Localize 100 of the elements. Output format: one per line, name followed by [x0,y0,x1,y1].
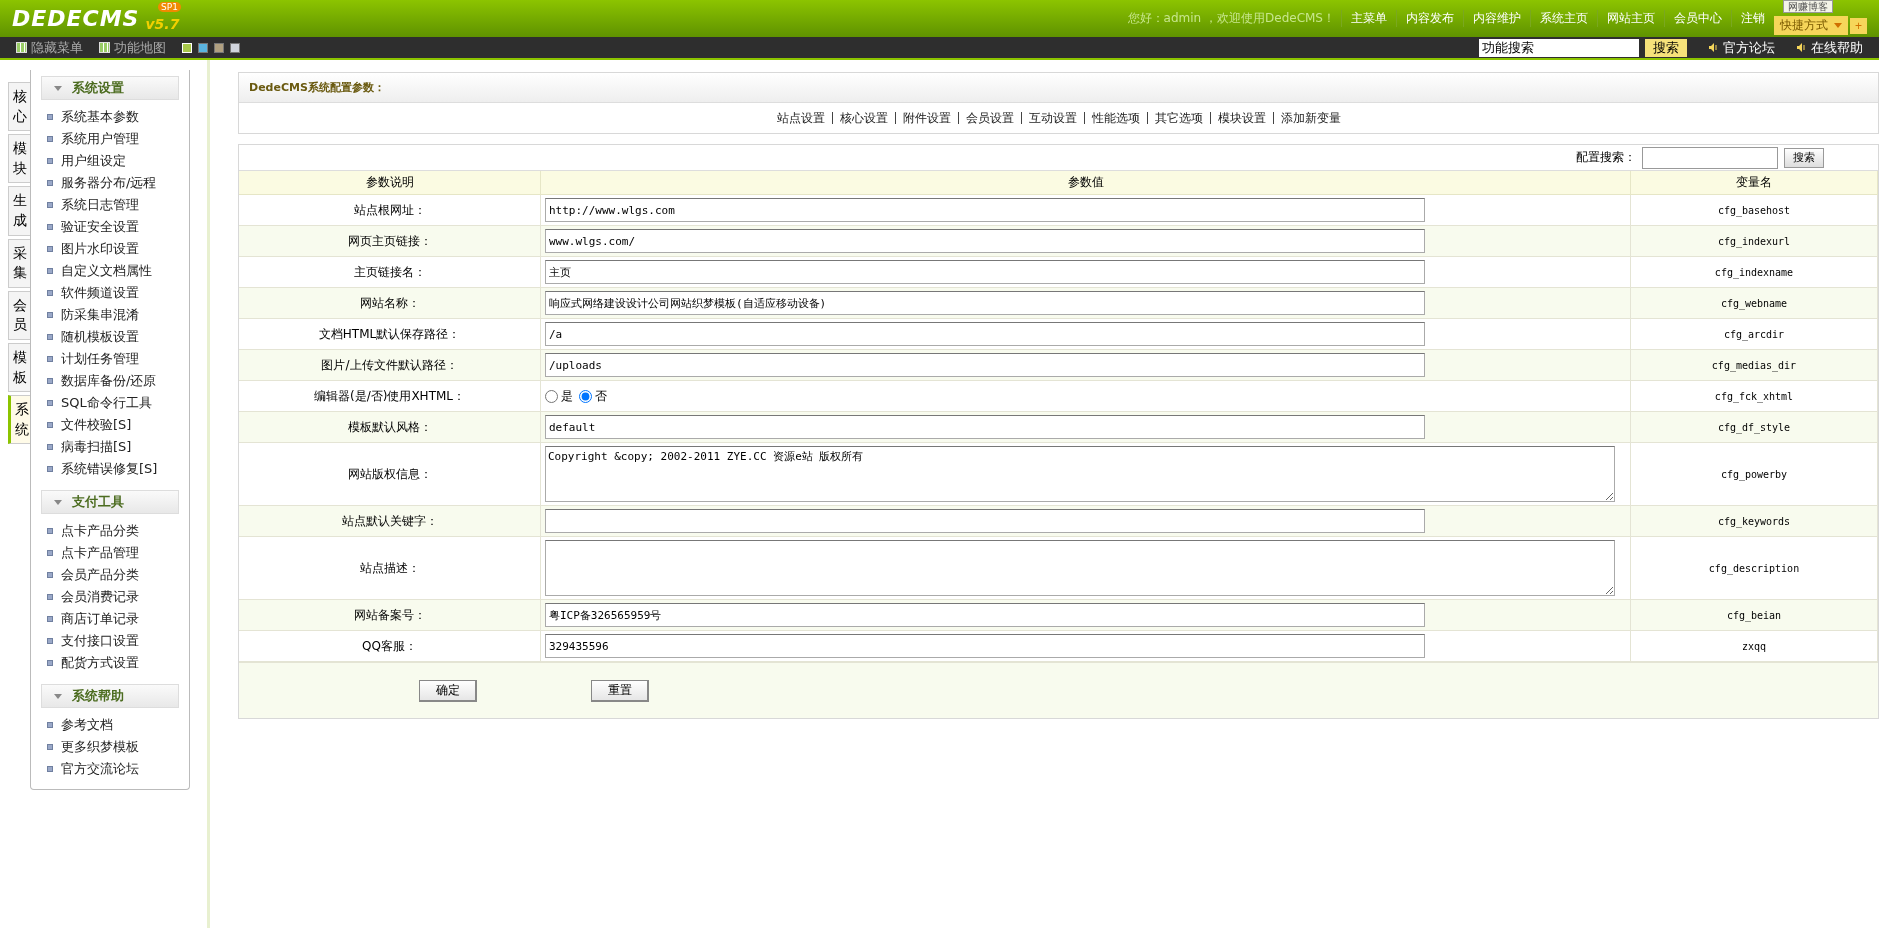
settings-tab[interactable]: 会员设置 [957,112,1021,124]
form-button[interactable]: 确定 [419,679,477,702]
input-field[interactable]: 329435596 [545,634,1425,658]
sidebar-item[interactable]: 病毒扫描[S] [41,436,179,458]
side-tab[interactable]: 生成 [8,186,30,236]
column-header: 变量名 [1631,171,1878,195]
input-field[interactable]: default [545,415,1425,439]
settings-tab[interactable]: 性能选项 [1083,112,1147,124]
search-field[interactable]: 功能搜索 [1479,38,1639,57]
sidebar-item[interactable]: 会员产品分类 [41,564,179,586]
settings-tab[interactable]: 核心设置 [831,112,895,124]
variable-name: cfg_beian [1726,609,1782,621]
sidebar-item[interactable]: 防采集串混淆 [41,304,179,326]
text-area[interactable] [545,540,1615,596]
sidebar-item[interactable]: SQL命令行工具 [41,392,179,414]
sidebar-item[interactable]: 参考文档 [41,714,179,736]
sidebar-item[interactable]: 系统用户管理 [41,128,179,150]
sidebar-item[interactable]: 数据库备份/还原 [41,370,179,392]
input-field[interactable] [545,509,1425,533]
sidebar-item[interactable]: 自定义文档属性 [41,260,179,282]
variable-name: cfg_fck_xhtml [1714,390,1794,402]
settings-tab[interactable]: 添加新变量 [1272,112,1348,124]
header-link[interactable]: 官方论坛 [1709,38,1775,57]
side-tab[interactable]: 会员 [8,290,30,340]
radio-label: 否 [595,387,607,405]
skin-swatch[interactable] [230,42,240,53]
function-map-link[interactable]: 功能地图 [99,38,166,57]
sidebar-item[interactable]: 图片水印设置 [41,238,179,260]
sidebar-group-header[interactable]: 支付工具 [41,490,179,514]
bullet-icon [47,422,53,428]
settings-tab[interactable]: 其它选项 [1146,112,1210,124]
shortcut-dropdown[interactable]: 快捷方式 [1774,16,1848,35]
variable-name: cfg_arcdir [1723,328,1785,340]
text-area[interactable]: Copyright &copy; 2002-2011 ZYE.CC 资源e站 版权所有 [545,446,1615,502]
sidebar-item[interactable]: 随机模板设置 [41,326,179,348]
sidebar-group-header[interactable]: 系统设置 [41,76,179,100]
variable-name: zxqq [1741,640,1767,652]
side-tab[interactable]: 模板 [8,342,30,393]
sidebar-item[interactable]: 更多织梦模板 [41,736,179,758]
sidebar-item[interactable]: 配货方式设置 [41,652,179,674]
radio-button[interactable] [545,389,558,403]
table-cell: 主页链接名： [239,257,541,288]
bullet-icon [47,378,53,384]
tooltip: 网赚博客 [1783,0,1833,13]
sidebar-item[interactable]: 支付接口设置 [41,630,179,652]
sidebar-item[interactable]: 服务器分布/远程 [41,172,179,194]
bullet-icon [47,334,53,340]
settings-tab[interactable]: 附件设置 [894,112,958,124]
config-search-field[interactable] [1642,146,1778,169]
sidebar-item[interactable]: 文件校验[S] [41,414,179,436]
skin-swatch[interactable] [214,42,224,53]
variable-name: cfg_indexname [1714,266,1794,278]
sidebar-item[interactable]: 会员消费记录 [41,586,179,608]
sidebar-item[interactable]: 计划任务管理 [41,348,179,370]
bullet-icon [47,550,53,556]
sidebar-item[interactable]: 软件频道设置 [41,282,179,304]
bullet-icon [47,528,53,534]
table-cell: 站点根网址： [239,195,541,226]
radio-button[interactable] [579,389,592,403]
sidebar-item[interactable]: 验证安全设置 [41,216,179,238]
input-field[interactable]: www.wlgs.com/ [545,229,1425,253]
table-cell: 网页主页链接： [239,226,541,257]
bullet-icon [47,722,53,728]
form-button[interactable]: 重置 [591,679,649,702]
variable-name: cfg_webname [1720,297,1788,309]
greeting: 您好：admin ，欢迎使用DedeCMS！ [1127,10,1335,27]
settings-tab[interactable]: 互动设置 [1020,112,1084,124]
sidebar-item[interactable]: 系统错误修复[S] [41,458,179,480]
sidebar-item[interactable]: 系统基本参数 [41,106,179,128]
hide-menu-link[interactable]: 隐藏菜单 [16,38,83,57]
input-field[interactable]: 粤ICP备326565959号 [545,603,1425,627]
settings-tab[interactable]: 站点设置 [769,112,832,124]
input-field[interactable]: /a [545,322,1425,346]
header-link[interactable]: 在线帮助 [1797,38,1863,57]
sidebar-item[interactable]: 官方交流论坛 [41,758,179,780]
settings-tab[interactable]: 模块设置 [1209,112,1273,124]
side-tab[interactable]: 模块 [8,134,30,184]
sidebar-item[interactable]: 点卡产品管理 [41,542,179,564]
side-tab[interactable]: 核心 [8,82,30,132]
input-field[interactable]: 主页 [545,260,1425,284]
badge: SP1 [158,2,181,12]
skin-swatch[interactable] [198,42,208,53]
sidebar-group-header[interactable]: 系统帮助 [41,684,179,708]
input-field[interactable]: /uploads [545,353,1425,377]
side-tab[interactable]: 采集 [8,238,30,288]
bullet-icon [47,246,53,252]
search-button[interactable]: 搜索 [1784,147,1824,168]
bullet-icon [47,572,53,578]
variable-name: cfg_df_style [1717,421,1791,433]
side-tab[interactable]: 系统 [8,395,30,445]
sidebar-item[interactable]: 系统日志管理 [41,194,179,216]
input-field[interactable]: http://www.wlgs.com [545,198,1425,222]
bullet-icon [47,180,53,186]
sidebar-item[interactable]: 商店订单记录 [41,608,179,630]
search-button[interactable]: 搜索 [1645,38,1687,57]
grid-icon [16,42,27,53]
sidebar-item[interactable]: 用户组设定 [41,150,179,172]
sidebar-item[interactable]: 点卡产品分类 [41,520,179,542]
table-cell: 网站版权信息： [239,443,541,506]
input-field[interactable]: 响应式网络建设设计公司网站织梦模板(自适应移动设备) [545,291,1425,315]
